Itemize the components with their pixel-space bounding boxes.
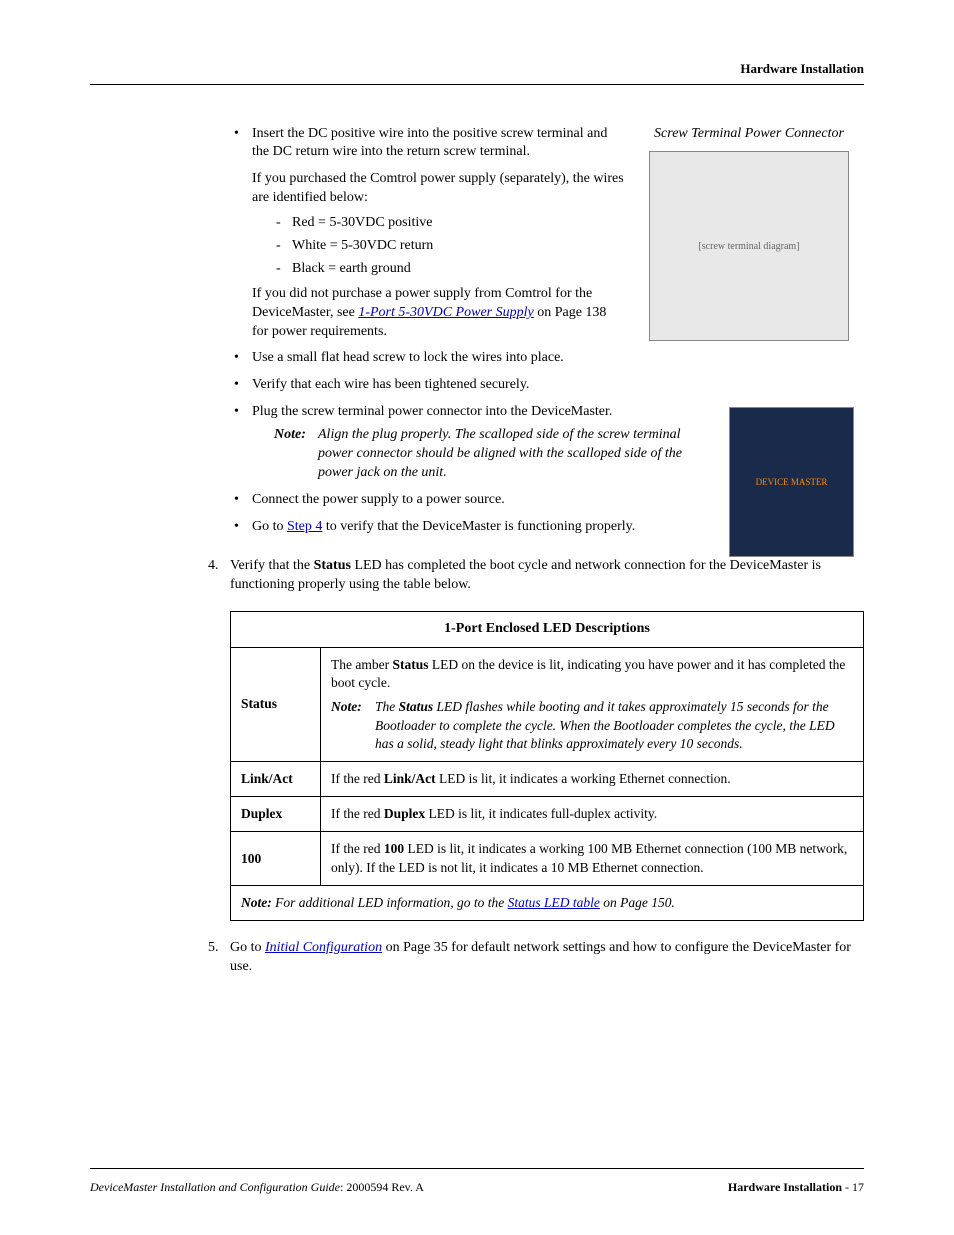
text: Go to xyxy=(230,940,265,955)
step-4: 4. Verify that the Status LED has comple… xyxy=(208,557,864,595)
text-bold: Link/Act xyxy=(384,771,436,786)
bullet-insert-wire: Insert the DC positive wire into the pos… xyxy=(230,125,864,342)
bullet-lock-wires: Use a small flat head screw to lock the … xyxy=(230,349,864,368)
doc-rev: : 2000594 Rev. A xyxy=(340,1180,424,1194)
text: Plug the screw terminal power connector … xyxy=(252,404,612,419)
text: Go to xyxy=(252,519,287,534)
step-number: 5. xyxy=(208,939,219,958)
row-label-status: Status xyxy=(231,647,321,761)
table-row: Link/Act If the red Link/Act LED is lit,… xyxy=(231,762,864,797)
footer-right: Hardware Installation - 17 xyxy=(728,1179,864,1195)
text: If you did not purchase a power supply f… xyxy=(252,285,864,342)
table-title: 1-Port Enclosed LED Descriptions xyxy=(231,612,864,648)
note-body: Align the plug properly. The scalloped s… xyxy=(318,426,864,483)
step-5-wrap: 5. Go to Initial Configuration on Page 3… xyxy=(230,939,864,977)
text: to verify that the DeviceMaster is funct… xyxy=(322,519,635,534)
text: The amber xyxy=(331,657,392,672)
note-label: Note: xyxy=(274,427,306,442)
text: LED is lit, it indicates full-duplex act… xyxy=(425,806,657,821)
table-row: Duplex If the red Duplex LED is lit, it … xyxy=(231,797,864,832)
text-bold: Status xyxy=(399,699,434,714)
text: If the red xyxy=(331,771,384,786)
text: The xyxy=(375,699,399,714)
row-desc-status: The amber Status LED on the device is li… xyxy=(321,647,864,761)
doc-title: DeviceMaster Installation and Configurat… xyxy=(90,1180,340,1194)
table-row: Status The amber Status LED on the devic… xyxy=(231,647,864,761)
bullet-connect-power: Connect the power supply to a power sour… xyxy=(230,491,864,510)
footer-left: DeviceMaster Installation and Configurat… xyxy=(90,1179,424,1195)
note-status-led: Note: The Status LED flashes while booti… xyxy=(331,698,853,753)
bullet-verify-tight: Verify that each wire has been tightened… xyxy=(230,376,864,395)
step-5: 5. Go to Initial Configuration on Page 3… xyxy=(208,939,864,977)
text-bold: Status xyxy=(314,558,351,573)
footer-section: Hardware Installation xyxy=(728,1180,842,1194)
row-label-duplex: Duplex xyxy=(231,797,321,832)
table-row: 100 If the red 100 LED is lit, it indica… xyxy=(231,832,864,885)
row-desc-duplex: If the red Duplex LED is lit, it indicat… xyxy=(321,797,864,832)
link-power-supply[interactable]: 1-Port 5-30VDC Power Supply xyxy=(358,305,533,320)
led-descriptions-table: 1-Port Enclosed LED Descriptions Status … xyxy=(230,611,864,921)
link-initial-configuration[interactable]: Initial Configuration xyxy=(265,940,382,955)
footer-page: - 17 xyxy=(842,1180,864,1194)
dash-white: White = 5-30VDC return xyxy=(274,237,864,256)
link-status-led-table[interactable]: Status LED table xyxy=(508,895,600,910)
text: Verify that the xyxy=(230,558,314,573)
note-label: Note: xyxy=(241,895,272,910)
step-number: 4. xyxy=(208,557,219,576)
text: on Page 150. xyxy=(600,895,675,910)
text: LED is lit, it indicates a working Ether… xyxy=(436,771,731,786)
bullet-plug-connector: Plug the screw terminal power connector … xyxy=(230,403,864,483)
text: Insert the DC positive wire into the pos… xyxy=(252,126,607,160)
text: If the red xyxy=(331,841,384,856)
note-align-plug: Note: Align the plug properly. The scall… xyxy=(274,426,864,483)
page-header-section: Hardware Installation xyxy=(90,60,864,85)
page-footer: DeviceMaster Installation and Configurat… xyxy=(90,1168,864,1195)
link-step-4[interactable]: Step 4 xyxy=(287,519,322,534)
table-footnote: Note: For additional LED information, go… xyxy=(231,885,864,920)
instruction-bullets: Insert the DC positive wire into the pos… xyxy=(230,125,864,396)
main-content: Screw Terminal Power Connector [screw te… xyxy=(230,125,864,977)
wire-color-list: Red = 5-30VDC positive White = 5-30VDC r… xyxy=(274,214,864,279)
row-desc-linkact: If the red Link/Act LED is lit, it indic… xyxy=(321,762,864,797)
dash-black: Black = earth ground xyxy=(274,260,864,279)
bullet-goto-step4: Go to Step 4 to verify that the DeviceMa… xyxy=(230,518,864,537)
row-label-100: 100 xyxy=(231,832,321,885)
text: LED flashes while booting and it takes a… xyxy=(375,699,835,750)
text: If you purchased the Comtrol power suppl… xyxy=(252,170,864,208)
row-desc-100: If the red 100 LED is lit, it indicates … xyxy=(321,832,864,885)
text-bold: Duplex xyxy=(384,806,425,821)
text: LED is lit, it indicates a working 100 M… xyxy=(331,841,847,874)
row-label-linkact: Link/Act xyxy=(231,762,321,797)
table-row-footnote: Note: For additional LED information, go… xyxy=(231,885,864,920)
note-label: Note: xyxy=(331,699,362,714)
dash-red: Red = 5-30VDC positive xyxy=(274,214,864,233)
text: If the red xyxy=(331,806,384,821)
text-bold: 100 xyxy=(384,841,404,856)
text: For additional LED information, go to th… xyxy=(272,895,508,910)
text-bold: Status xyxy=(392,657,428,672)
